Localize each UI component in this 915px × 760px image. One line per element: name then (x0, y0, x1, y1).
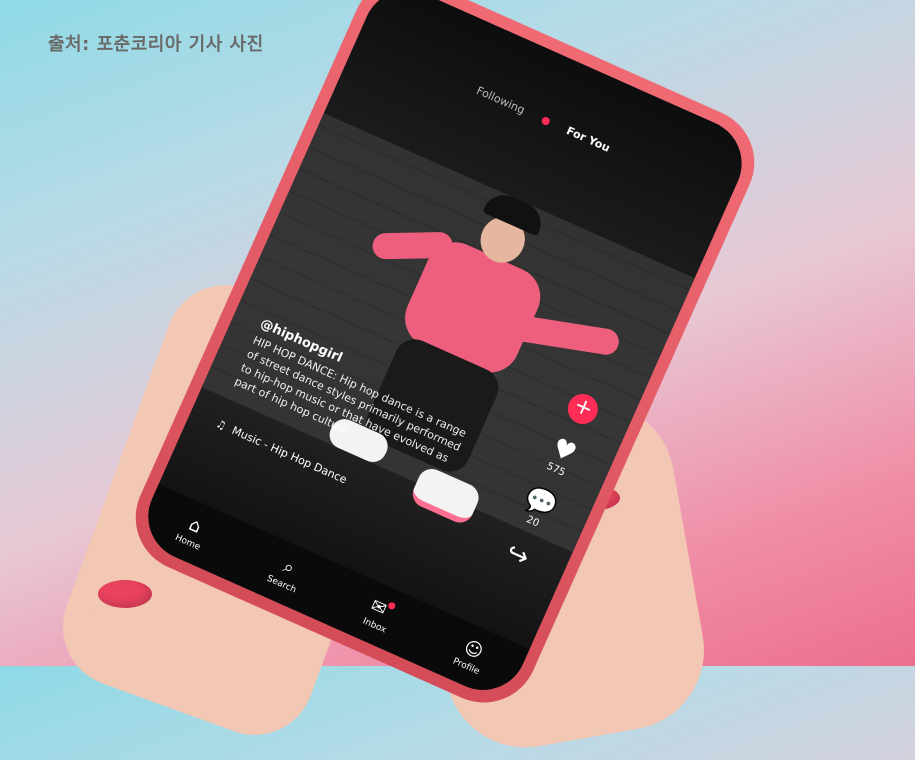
inbox-badge (386, 601, 397, 611)
share-button[interactable]: ↪ (490, 533, 546, 577)
music-note-icon: ♫ (213, 416, 229, 433)
nav-home[interactable]: ⌂ Home (173, 511, 211, 553)
share-icon: ↪ (501, 537, 534, 574)
left-nail-3 (98, 580, 152, 608)
tab-for-you[interactable]: For You (564, 124, 612, 155)
nav-search[interactable]: ⌕ Search (265, 552, 307, 595)
nav-profile[interactable]: ☺ Profile (451, 635, 490, 677)
live-dot-icon (540, 115, 551, 127)
nav-inbox[interactable]: ✉ Inbox (361, 594, 397, 636)
tab-following[interactable]: Following (474, 84, 526, 117)
photo-credit-caption: 출처: 포춘코리아 기사 사진 (48, 34, 264, 55)
